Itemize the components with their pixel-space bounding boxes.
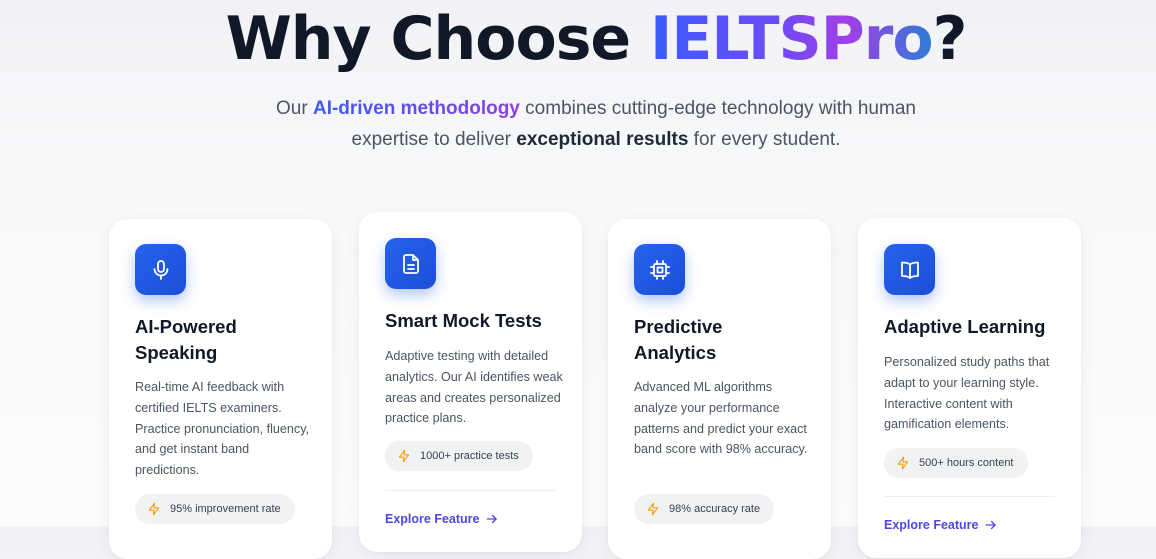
explore-feature-link[interactable]: Explore Feature [385,512,499,526]
card-title: Adaptive Learning [884,316,1046,337]
stat-badge: 98% accuracy rate [634,494,775,524]
feature-card-adaptive-learning: Adaptive Learning Personalized study pat… [858,218,1081,558]
stat-badge: 95% improvement rate [135,494,295,524]
badge-label: 500+ hours content [919,457,1014,469]
cpu-chip-icon [634,244,685,295]
subtitle-strong: exceptional results [516,129,689,150]
badge-label: 1000+ practice tests [420,450,519,462]
subtitle-text: combines cutting-edge technology with hu… [519,98,916,119]
card-divider [385,490,556,491]
subtitle-text: expertise to deliver [351,129,517,150]
card-divider [884,496,1055,497]
feature-card-mock-tests: Smart Mock Tests Adaptive testing with d… [359,212,582,552]
card-description: Real-time AI feedback with certified IEL… [135,380,310,478]
subtitle-text: Our [276,98,313,119]
microphone-icon [135,244,186,295]
card-title: AI-Powered Speaking [135,316,237,363]
title-suffix: ? [932,4,968,74]
explore-feature-link[interactable]: Explore Feature [884,518,998,532]
subtitle-text: for every student. [688,129,841,150]
card-description: Personalized study paths that adapt to y… [884,355,1050,432]
badge-label: 98% accuracy rate [669,503,761,515]
feature-card-analytics: Predictive Analytics Advanced ML algorit… [608,219,831,559]
open-book-icon [884,244,935,295]
document-icon [385,238,436,289]
subtitle-highlight: AI-driven methodology [312,98,520,119]
brand-name: IELTSPro [650,4,934,74]
title-prefix: Why Choose [225,4,651,74]
lightning-bolt-icon [897,456,909,470]
feature-card-speaking: AI-Powered Speaking Real-time AI feedbac… [109,219,332,559]
arrow-right-icon [487,514,498,524]
stat-badge: 500+ hours content [884,448,1028,478]
card-description: Advanced ML algorithms analyze your perf… [634,380,808,457]
lightning-bolt-icon [148,502,160,516]
page-title: Why Choose IELTSPro? [0,0,1156,84]
page-subtitle: Our AI-driven methodology combines cutti… [0,93,1156,155]
card-title: Predictive Analytics [634,316,723,363]
stat-badge: 1000+ practice tests [385,441,533,471]
card-title: Smart Mock Tests [385,310,542,331]
card-description: Adaptive testing with detailed analytics… [385,349,563,426]
badge-label: 95% improvement rate [170,503,281,515]
arrow-right-icon [986,520,997,530]
lightning-bolt-icon [398,449,410,463]
lightning-bolt-icon [647,502,659,516]
